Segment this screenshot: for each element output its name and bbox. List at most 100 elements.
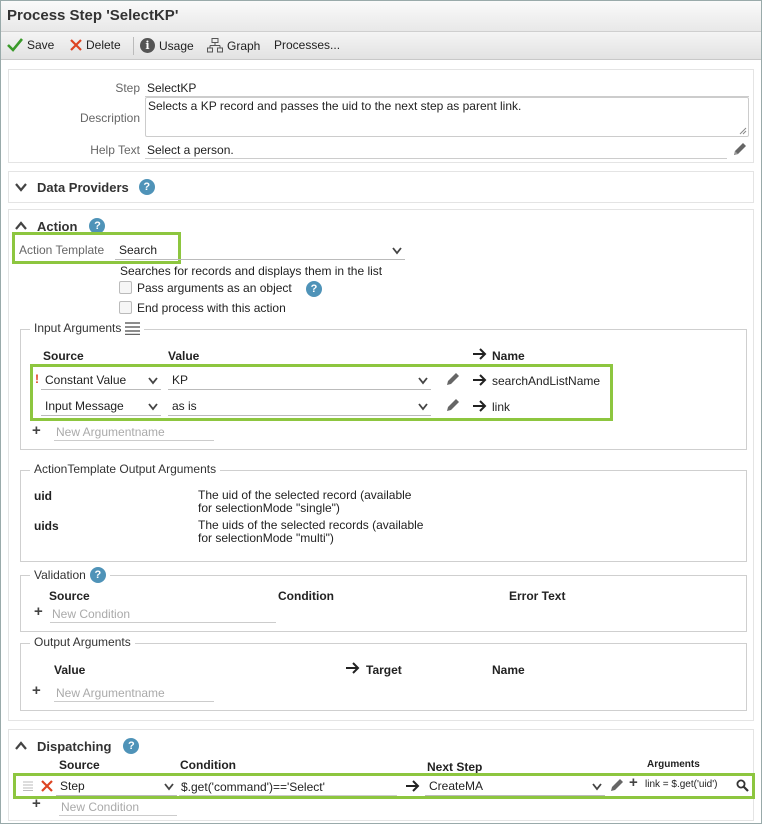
new-argument-input[interactable]: New Argumentname — [56, 686, 165, 700]
save-button[interactable]: Save — [7, 38, 54, 52]
data-providers-header[interactable]: Data Providers ? — [15, 179, 155, 195]
input-source-select[interactable]: Constant Value — [41, 370, 161, 390]
search-icon[interactable] — [736, 779, 749, 792]
help-text-value[interactable]: Select a person. — [147, 143, 234, 157]
data-providers-panel: Data Providers ? — [8, 171, 754, 203]
action-panel: Action ? Action Template Search Searches… — [8, 209, 754, 721]
new-condition-underline — [50, 622, 276, 623]
dispatch-next-step-select[interactable]: CreateMA — [425, 776, 605, 796]
input-name-value[interactable]: link — [492, 400, 510, 414]
pencil-icon[interactable] — [608, 776, 626, 794]
new-argument-input[interactable]: New Argumentname — [56, 425, 165, 439]
col-arguments: Arguments — [647, 759, 700, 770]
toolbar: Save Delete i Usage Graph Processes... — [1, 32, 761, 60]
input-value-select[interactable]: KP — [168, 370, 431, 390]
help-icon[interactable]: ? — [138, 179, 155, 195]
chevron-down-icon — [148, 377, 158, 385]
processes-label: Processes... — [274, 38, 341, 52]
dispatching-title: Dispatching — [37, 738, 112, 754]
help-icon[interactable]: ? — [306, 281, 322, 297]
save-label: Save — [27, 38, 55, 52]
dispatch-condition-input[interactable]: $.get('command')=='Select' — [181, 780, 325, 794]
description-textarea[interactable]: Selects a KP record and passes the uid t… — [145, 97, 749, 137]
help-text-underline — [145, 158, 727, 159]
new-condition-input[interactable]: New Condition — [52, 607, 130, 621]
checkmark-icon — [7, 38, 23, 52]
chevron-up-icon — [15, 741, 27, 750]
pencil-icon[interactable] — [444, 370, 462, 388]
pencil-icon[interactable] — [444, 396, 462, 414]
window-titlebar: Process Step 'SelectKP' — [1, 1, 761, 32]
dispatch-next-step-value: CreateMA — [429, 779, 484, 793]
input-value-select[interactable]: as is — [168, 396, 431, 416]
arrow-right-icon — [346, 662, 360, 674]
input-source-value: Input Message — [45, 399, 124, 413]
add-argument-button[interactable]: + — [32, 422, 41, 439]
col-source: Source — [43, 349, 84, 363]
info-icon: i — [140, 38, 155, 53]
col-target: Target — [366, 663, 402, 677]
col-source: Source — [59, 758, 100, 772]
arrow-right-icon — [473, 374, 487, 386]
add-argument-button[interactable]: + — [32, 682, 41, 699]
chevron-down-icon — [148, 403, 158, 411]
arrow-right-icon — [473, 400, 487, 412]
col-condition: Condition — [278, 589, 334, 603]
validation-fieldset: Validation ? Source Condition Error Text… — [20, 567, 747, 632]
drag-handle-icon[interactable] — [23, 781, 33, 791]
end-process-checkbox[interactable] — [119, 301, 132, 314]
arrow-right-icon — [406, 780, 420, 792]
list-icon[interactable] — [125, 321, 141, 335]
arrow-right-icon — [473, 348, 487, 360]
new-argument-underline — [54, 701, 214, 702]
action-template-value: Search — [119, 243, 158, 257]
validation-title: Validation — [34, 568, 86, 582]
help-icon[interactable]: ? — [123, 738, 140, 754]
col-source: Source — [49, 589, 90, 603]
pass-args-checkbox[interactable] — [119, 281, 132, 294]
close-icon[interactable] — [41, 780, 53, 792]
add-condition-button[interactable]: + — [32, 795, 41, 812]
data-providers-title: Data Providers — [37, 179, 129, 195]
validation-legend: Validation ? — [30, 567, 110, 583]
output-uids-desc: The uids of the selected records (availa… — [198, 519, 423, 545]
action-template-select[interactable]: Search — [115, 240, 405, 260]
chevron-down-icon — [392, 247, 402, 255]
pencil-icon[interactable] — [731, 140, 749, 158]
resize-grip-icon[interactable] — [739, 127, 747, 135]
add-dispatch-argument-button[interactable]: + — [629, 774, 638, 791]
graph-button[interactable]: Graph — [207, 38, 260, 53]
description-label: Description — [79, 111, 140, 125]
step-value[interactable]: SelectKP — [147, 81, 196, 95]
processes-button[interactable]: Processes... — [274, 38, 340, 52]
input-source-value: Constant Value — [45, 373, 127, 387]
chevron-up-icon — [15, 221, 27, 230]
dispatching-panel: Dispatching ? Source Condition Next Step… — [8, 729, 755, 821]
new-condition-input[interactable]: New Condition — [61, 800, 139, 814]
usage-label: Usage — [159, 38, 194, 53]
output-uid-name: uid — [34, 489, 52, 503]
input-name-value[interactable]: searchAndListName — [492, 374, 600, 388]
add-condition-button[interactable]: + — [34, 603, 43, 620]
graph-label: Graph — [227, 38, 261, 53]
step-panel: Step SelectKP Description Selects a KP r… — [8, 69, 754, 163]
help-text-label: Help Text — [90, 143, 140, 157]
input-arguments-title: Input Arguments — [34, 321, 122, 335]
col-value: Value — [54, 663, 86, 677]
col-error-text: Error Text — [509, 589, 566, 603]
delete-button[interactable]: Delete — [70, 38, 121, 52]
dispatch-source-select[interactable]: Step — [56, 776, 177, 796]
warning-icon: ! — [35, 372, 39, 386]
dispatch-condition-underline — [179, 795, 397, 796]
input-value-value: as is — [172, 399, 197, 413]
usage-button[interactable]: i Usage — [140, 38, 194, 53]
delete-label: Delete — [86, 38, 121, 52]
input-source-select[interactable]: Input Message — [41, 396, 161, 416]
help-icon[interactable]: ? — [89, 567, 106, 583]
output-uids-desc-line2: for selectionMode "multi") — [198, 531, 334, 545]
dispatching-header[interactable]: Dispatching ? — [15, 738, 140, 754]
description-text: Selects a KP record and passes the uid t… — [148, 99, 522, 113]
action-template-label: Action Template — [19, 243, 105, 257]
action-template-description: Searches for records and displays them i… — [120, 264, 383, 278]
template-output-legend: ActionTemplate Output Arguments — [30, 462, 221, 476]
